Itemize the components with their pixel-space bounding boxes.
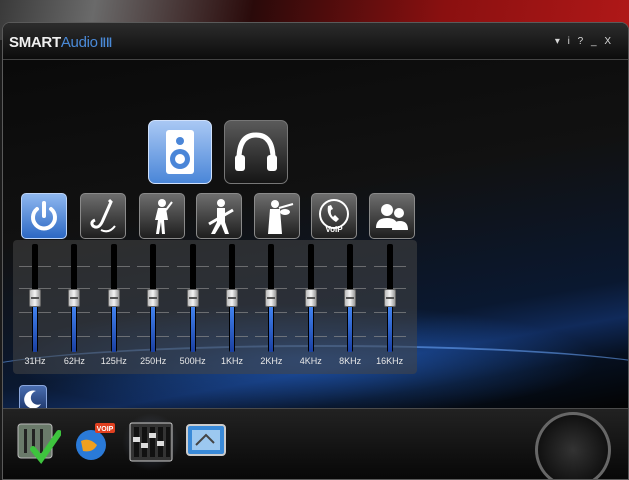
eq-band-label: 16KHz bbox=[376, 356, 404, 366]
speaker-device-button[interactable] bbox=[148, 120, 212, 184]
equalizer-settings-icon bbox=[17, 423, 61, 465]
voip-settings-button[interactable]: VOIP bbox=[71, 419, 117, 465]
eq-band-label: 4KHz bbox=[299, 356, 322, 366]
equalizer-panel: 31Hz 62Hz 125Hz 250Hz 500Hz 1KHz 2KHz 4KHz 8KHz 1… bbox=[13, 240, 417, 374]
main-panel: VoIP 31Hz 62Hz 125Hz 250Hz 500Hz 1KHz 2KHz 4KHz… bbox=[3, 60, 628, 413]
smartaudio-window: SMARTAudio ‖‖ ▾ i ? _ X VoIP 31Hz 62Hz 1… bbox=[2, 22, 629, 480]
eq-band-label: 62Hz bbox=[63, 356, 85, 366]
logo-mark: ‖‖ bbox=[99, 35, 113, 50]
eq-band-label: 500Hz bbox=[179, 356, 206, 366]
brand-logo-circle bbox=[535, 412, 611, 479]
saxophone-icon bbox=[90, 198, 116, 233]
eq-band: 4KHz bbox=[292, 240, 330, 374]
eq-slider-thumb[interactable] bbox=[107, 289, 120, 307]
eq-band: 62Hz bbox=[55, 240, 93, 374]
menu-dropdown-button[interactable]: ▾ bbox=[555, 36, 561, 47]
headphones-icon bbox=[235, 132, 277, 171]
mixer-icon bbox=[129, 422, 173, 462]
singer-icon bbox=[155, 199, 173, 234]
eq-band-label: 125Hz bbox=[100, 356, 127, 366]
eq-slider-thumb[interactable] bbox=[68, 289, 81, 307]
close-button[interactable]: X bbox=[604, 36, 612, 47]
eq-band-label: 8KHz bbox=[339, 356, 362, 366]
eq-slider-thumb[interactable] bbox=[383, 289, 396, 307]
preset-jazz-button[interactable] bbox=[80, 193, 126, 239]
eq-band: 250Hz bbox=[134, 240, 172, 374]
eq-band: 125Hz bbox=[95, 240, 133, 374]
minimize-button[interactable]: _ bbox=[591, 36, 598, 47]
eq-slider-thumb[interactable] bbox=[304, 289, 317, 307]
help-button[interactable]: ? bbox=[578, 36, 585, 47]
eq-slider-thumb[interactable] bbox=[226, 289, 238, 307]
preset-voip-button[interactable]: VoIP bbox=[311, 193, 357, 239]
users-icon bbox=[376, 204, 408, 230]
title-bar[interactable]: SMARTAudio ‖‖ ▾ i ? _ X bbox=[3, 23, 628, 60]
speaker-icon bbox=[166, 130, 194, 174]
voip-label: VoIP bbox=[325, 225, 343, 234]
eq-band-label: 1KHz bbox=[220, 356, 243, 366]
eq-slider-thumb[interactable] bbox=[29, 289, 41, 307]
voip-badge: VOIP bbox=[97, 426, 114, 433]
eq-slider-thumb[interactable] bbox=[147, 289, 160, 307]
bottom-navigation: VOIP bbox=[3, 408, 628, 479]
headphones-device-button[interactable] bbox=[224, 120, 288, 184]
eq-band: 8KHz bbox=[331, 240, 369, 374]
eq-slider-thumb[interactable] bbox=[186, 289, 199, 307]
voip-globe-icon: VOIP bbox=[76, 423, 115, 460]
preset-classical-button[interactable] bbox=[254, 193, 300, 239]
eq-band: 2KHz bbox=[252, 240, 290, 374]
guitarist-icon bbox=[208, 199, 234, 234]
mixer-button[interactable] bbox=[128, 419, 174, 465]
preset-rock-button[interactable] bbox=[196, 193, 242, 239]
title-controls: ▾ i ? _ X bbox=[552, 36, 612, 47]
eq-band: 16KHz bbox=[371, 240, 409, 374]
display-settings-button[interactable] bbox=[184, 419, 230, 465]
info-button[interactable]: i bbox=[568, 36, 571, 47]
eq-band: 1KHz bbox=[213, 240, 251, 374]
violinist-icon bbox=[268, 200, 294, 234]
equalizer-settings-button[interactable] bbox=[15, 419, 61, 465]
logo-secondary: Audio bbox=[60, 34, 98, 51]
display-settings-icon bbox=[186, 424, 226, 456]
eq-slider-thumb[interactable] bbox=[344, 289, 357, 307]
eq-band-label: 2KHz bbox=[260, 356, 283, 366]
preset-users-button[interactable] bbox=[369, 193, 415, 239]
eq-band-label: 31Hz bbox=[24, 356, 46, 366]
power-button[interactable] bbox=[21, 193, 67, 239]
logo-primary: SMART bbox=[9, 34, 61, 51]
eq-band-label: 250Hz bbox=[140, 356, 167, 366]
eq-band: 31Hz bbox=[16, 240, 54, 374]
power-icon bbox=[31, 201, 57, 231]
eq-band: 500Hz bbox=[174, 240, 212, 374]
app-logo: SMARTAudio ‖‖ bbox=[9, 34, 112, 51]
preset-pop-button[interactable] bbox=[139, 193, 185, 239]
eq-slider-thumb[interactable] bbox=[265, 289, 278, 307]
